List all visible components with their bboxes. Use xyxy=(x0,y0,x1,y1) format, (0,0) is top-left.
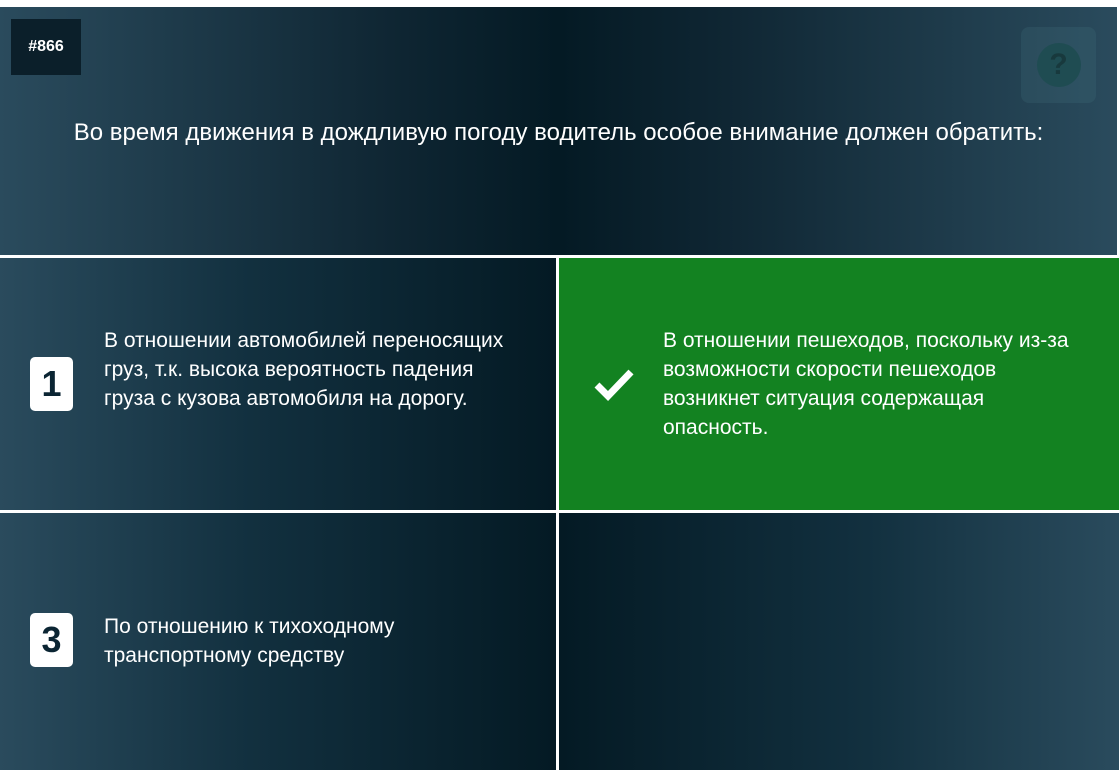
answer-option-3[interactable]: 3 По отношению к тихоходному транспортно… xyxy=(0,513,556,770)
answer-number-badge: 3 xyxy=(30,613,73,667)
answer-option-1[interactable]: 1 В отношении автомобилей переносящих гр… xyxy=(0,258,556,510)
question-panel: #866 ? Во время движения в дождливую пог… xyxy=(0,7,1117,255)
answer-option-4-empty xyxy=(559,513,1119,770)
answer-number-badge: 1 xyxy=(30,357,73,411)
answer-text: По отношению к тихоходному транспортному… xyxy=(104,615,395,667)
question-mark-icon: ? xyxy=(1036,43,1081,87)
question-number-badge: #866 xyxy=(11,19,81,75)
answer-text: В отношении пешеходов, поскольку из-за в… xyxy=(663,329,1069,439)
ticket-question-screen: #866 ? Во время движения в дождливую пог… xyxy=(0,0,1119,770)
question-text: Во время движения в дождливую погоду вод… xyxy=(73,119,1044,146)
answer-text: В отношении автомобилей переносящих груз… xyxy=(104,329,504,410)
help-button[interactable]: ? xyxy=(1021,27,1096,103)
answer-option-2-correct[interactable]: В отношении пешеходов, поскольку из-за в… xyxy=(559,258,1119,510)
check-icon xyxy=(594,369,634,402)
